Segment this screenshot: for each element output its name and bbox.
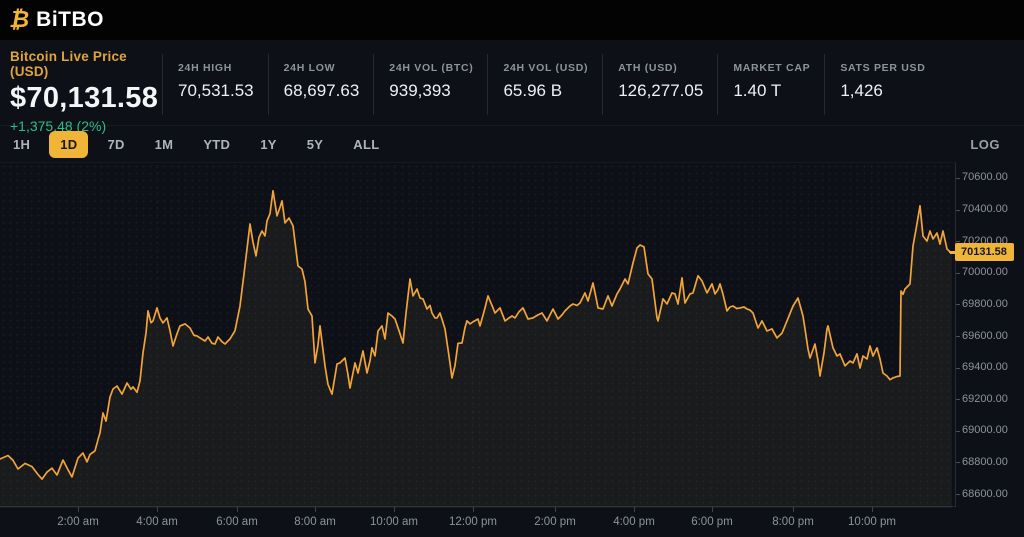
tab-1y[interactable]: 1Y [249, 131, 288, 158]
y-tick-label: 70600.00 [962, 171, 1008, 183]
price-chart-svg [0, 163, 956, 508]
y-tick-mark [956, 431, 960, 432]
y-tick-label: 69600.00 [962, 330, 1008, 342]
y-tick-mark [956, 241, 960, 242]
stat-value: 939,393 [389, 81, 473, 101]
stat-label: 24H HIGH [178, 62, 254, 74]
x-tick-mark [157, 507, 158, 512]
x-tick-label: 2:00 pm [534, 516, 576, 528]
x-tick-label: 10:00 pm [848, 516, 896, 528]
tab-1h[interactable]: 1H [2, 131, 41, 158]
y-tick-mark [956, 462, 960, 463]
y-tick-mark [956, 399, 960, 400]
x-tick-label: 6:00 pm [691, 516, 733, 528]
x-tick-label: 6:00 am [216, 516, 258, 528]
live-price-value: $70,131.58 [10, 82, 162, 115]
stat-label: SATS PER USD [840, 62, 925, 74]
stat-value: 65.96 B [503, 81, 588, 101]
y-tick-mark [956, 494, 960, 495]
stat-item-ath-usd-: ATH (USD) 126,277.05 [602, 54, 717, 115]
x-tick-mark [78, 507, 79, 512]
stat-label: 24H LOW [284, 62, 360, 74]
stat-item-24h-low: 24H LOW 68,697.63 [268, 54, 374, 115]
y-tick-label: 70000.00 [962, 266, 1008, 278]
stat-label: 24H VOL (BTC) [389, 62, 473, 74]
y-tick-label: 68800.00 [962, 456, 1008, 468]
y-tick-label: 70400.00 [962, 203, 1008, 215]
price-axis: 70131.58 70600.0070400.0070200.0070000.0… [956, 162, 1024, 507]
stat-label: ATH (USD) [618, 62, 703, 74]
x-tick-mark [237, 507, 238, 512]
x-tick-mark [394, 507, 395, 512]
live-price-panel: Bitcoin Live Price (USD) $70,131.58 +1,3… [0, 40, 162, 125]
x-tick-label: 12:00 pm [449, 516, 497, 528]
y-tick-label: 68600.00 [962, 488, 1008, 500]
stat-item-24h-vol-btc-: 24H VOL (BTC) 939,393 [373, 54, 487, 115]
time-axis: 2:00 am 4:00 am 6:00 am 8:00 am 10:00 am 12:0… [0, 507, 956, 537]
stat-value: 68,697.63 [284, 81, 360, 101]
price-chart-area[interactable] [0, 162, 956, 507]
tab-ytd[interactable]: YTD [192, 131, 241, 158]
y-tick-label: 69000.00 [962, 424, 1008, 436]
y-tick-label: 69200.00 [962, 393, 1008, 405]
stat-label: MARKET CAP [733, 62, 810, 74]
y-tick-mark [956, 368, 960, 369]
y-tick-label: 69400.00 [962, 361, 1008, 373]
x-tick-mark [555, 507, 556, 512]
tab-7d[interactable]: 7D [96, 131, 135, 158]
tab-1d[interactable]: 1D [49, 131, 88, 158]
stat-value: 1.40 T [733, 81, 810, 101]
y-tick-mark [956, 336, 960, 337]
stat-value: 70,531.53 [178, 81, 254, 101]
bitbo-logo-icon[interactable]: ₿ [9, 8, 29, 31]
y-tick-mark [956, 273, 960, 274]
stats-bar: Bitcoin Live Price (USD) $70,131.58 +1,3… [0, 40, 1024, 126]
brand-name[interactable]: BiTBO [36, 8, 104, 32]
log-scale-toggle[interactable]: LOG [970, 137, 1000, 152]
x-tick-label: 2:00 am [57, 516, 99, 528]
tab-5y[interactable]: 5Y [296, 131, 335, 158]
header-bar: ₿ BiTBO [0, 0, 1024, 40]
x-tick-mark [712, 507, 713, 512]
x-tick-label: 8:00 am [294, 516, 336, 528]
x-tick-mark [793, 507, 794, 512]
stat-value: 126,277.05 [618, 81, 703, 101]
x-tick-mark [872, 507, 873, 512]
y-tick-label: 69800.00 [962, 298, 1008, 310]
x-tick-mark [315, 507, 316, 512]
y-tick-mark [956, 178, 960, 179]
live-price-label: Bitcoin Live Price (USD) [10, 49, 162, 79]
x-tick-mark [473, 507, 474, 512]
bitbo-dashboard: ₿ BiTBO Bitcoin Live Price (USD) $70,131… [0, 0, 1024, 537]
y-tick-mark [956, 304, 960, 305]
stat-item-24h-vol-usd-: 24H VOL (USD) 65.96 B [487, 54, 602, 115]
tab-all[interactable]: ALL [342, 131, 390, 158]
x-tick-mark [634, 507, 635, 512]
x-tick-label: 8:00 pm [772, 516, 814, 528]
range-toolbar: 1H 1D 7D 1M YTD 1Y 5Y ALL LOG [0, 126, 1024, 162]
y-tick-mark [956, 210, 960, 211]
tab-1m[interactable]: 1M [144, 131, 185, 158]
stat-item-24h-high: 24H HIGH 70,531.53 [162, 54, 268, 115]
current-price-badge: 70131.58 [955, 243, 1014, 261]
stat-value: 1,426 [840, 81, 925, 101]
stat-label: 24H VOL (USD) [503, 62, 588, 74]
x-tick-label: 10:00 am [370, 516, 418, 528]
x-tick-label: 4:00 am [136, 516, 178, 528]
x-tick-label: 4:00 pm [613, 516, 655, 528]
stat-item-sats-per-usd: SATS PER USD 1,426 [824, 54, 939, 115]
stat-item-market-cap: MARKET CAP 1.40 T [717, 54, 824, 115]
